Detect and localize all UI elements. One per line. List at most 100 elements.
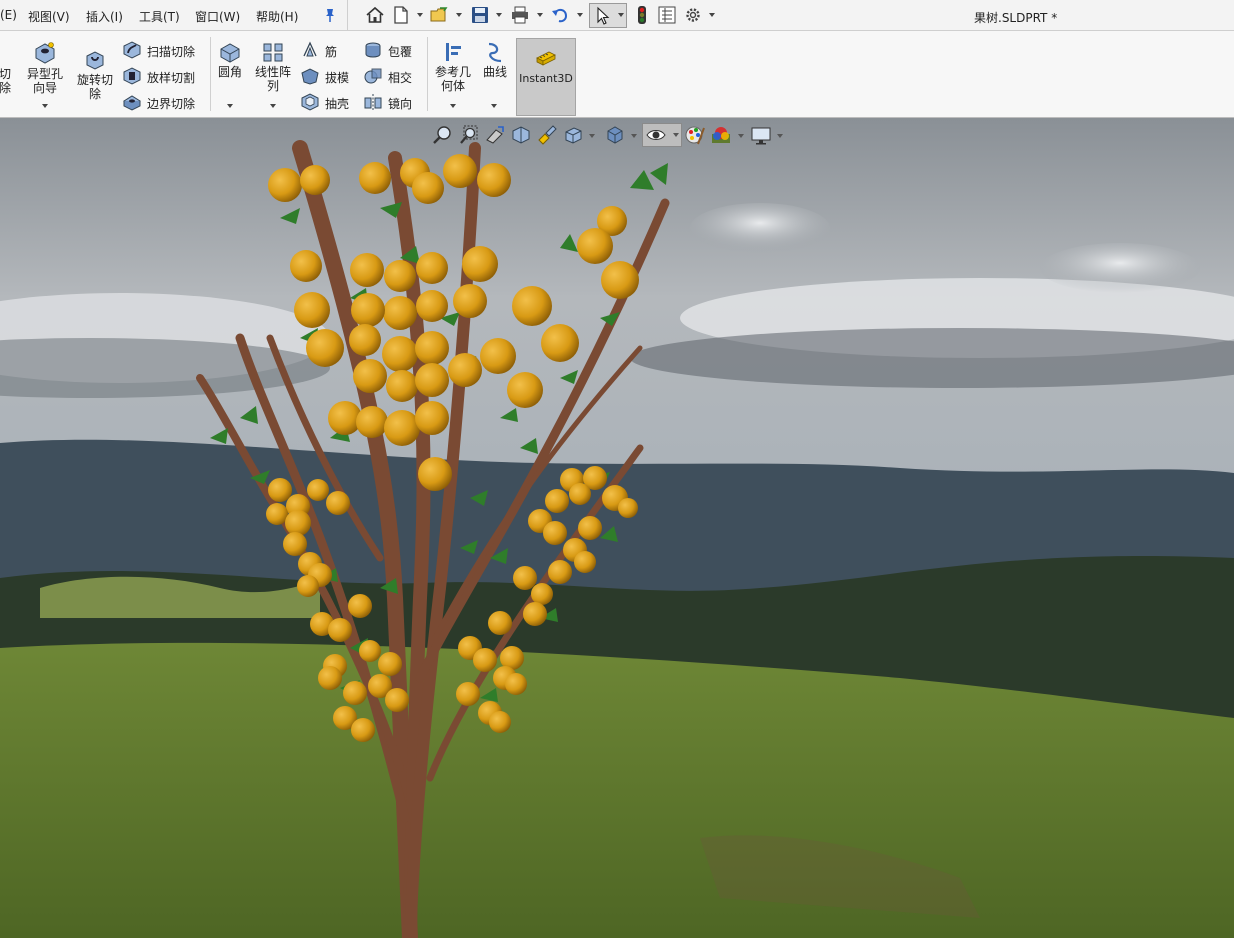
document-title: 果树.SLDPRT *	[974, 11, 1058, 25]
menu-edit[interactable]: (E)	[0, 8, 17, 22]
lofted-cut-button[interactable]: 放样切割	[122, 66, 210, 86]
shell-button[interactable]: 抽壳	[300, 92, 360, 112]
hole-wizard-button[interactable]: 异型孔 向导	[22, 41, 68, 95]
new-document-icon[interactable]	[391, 5, 411, 25]
boundary-cut-label: 边界切除	[147, 97, 196, 111]
zoom-area-icon[interactable]	[458, 124, 480, 146]
fillet-button[interactable]: 圆角	[214, 41, 246, 79]
hide-show-items-button[interactable]	[642, 123, 682, 147]
revolved-cut-icon	[86, 51, 104, 70]
hide-show-dropdown-arrow[interactable]	[673, 133, 679, 137]
hide-show-items-icon	[646, 130, 666, 140]
menu-tools[interactable]: 工具(T)	[139, 8, 180, 25]
view-settings-dropdown-arrow[interactable]	[777, 134, 783, 138]
lofted-cut-icon	[123, 67, 141, 85]
boundary-cut-icon	[123, 95, 141, 111]
edit-appearance-icon[interactable]	[684, 124, 706, 146]
view-orientation-icon[interactable]	[562, 124, 584, 146]
save-dropdown-arrow[interactable]	[496, 13, 502, 17]
heads-up-view-toolbar	[432, 122, 792, 148]
fillet-dropdown-arrow[interactable]	[227, 104, 233, 108]
fruit-tree-model-scene[interactable]	[0, 118, 1234, 938]
options-gear-icon[interactable]	[683, 5, 703, 25]
home-icon[interactable]	[365, 5, 385, 25]
select-tool-button[interactable]	[589, 3, 627, 28]
undo-dropdown-arrow[interactable]	[577, 13, 583, 17]
display-style-icon[interactable]	[604, 124, 626, 146]
select-dropdown-arrow[interactable]	[618, 13, 624, 17]
save-icon[interactable]	[470, 5, 490, 25]
display-style-dropdown-arrow[interactable]	[631, 134, 637, 138]
curves-button[interactable]: 曲线	[478, 41, 512, 79]
shell-icon	[301, 93, 319, 111]
pin-icon[interactable]	[322, 7, 338, 23]
reference-geometry-button[interactable]: 参考几 何体	[430, 41, 476, 93]
linear-pattern-dropdown-arrow[interactable]	[270, 104, 276, 108]
wrap-button[interactable]: 包覆	[363, 40, 423, 60]
lofted-cut-label: 放样切割	[147, 71, 196, 85]
shell-label: 抽壳	[325, 97, 350, 111]
instant3d-label: Instant3D	[519, 72, 573, 85]
previous-view-icon[interactable]	[484, 124, 506, 146]
intersect-button[interactable]: 相交	[363, 66, 423, 86]
print-dropdown-arrow[interactable]	[537, 13, 543, 17]
hole-wizard-icon	[35, 42, 55, 64]
zoom-to-fit-icon[interactable]	[432, 124, 454, 146]
wrap-icon	[365, 42, 381, 58]
apply-scene-icon[interactable]	[710, 124, 732, 146]
hole-wizard-dropdown-arrow[interactable]	[42, 104, 48, 108]
rib-button[interactable]: 筋	[300, 40, 360, 60]
reference-geometry-label: 参考几 何体	[434, 65, 471, 93]
traffic-light-icon[interactable]	[632, 5, 652, 25]
dynamic-annotation-icon[interactable]	[536, 124, 558, 146]
mirror-button[interactable]: 镜向	[363, 92, 423, 112]
menu-insert[interactable]: 插入(I)	[86, 8, 123, 25]
section-view-icon[interactable]	[510, 124, 532, 146]
undo-icon[interactable]	[550, 5, 570, 25]
menu-help[interactable]: 帮助(H)	[256, 8, 298, 25]
mirror-label: 镜向	[388, 97, 413, 111]
toolbar-separator	[347, 0, 348, 31]
apply-scene-dropdown-arrow[interactable]	[738, 134, 744, 138]
curves-label: 曲线	[482, 65, 507, 79]
title-bar: (E) 视图(V) 插入(I) 工具(T) 窗口(W) 帮助(H) 果树.SLD…	[0, 0, 1234, 31]
new-dropdown-arrow[interactable]	[417, 13, 423, 17]
curves-dropdown-arrow[interactable]	[491, 104, 497, 108]
intersect-label: 相交	[388, 71, 413, 85]
rib-icon	[303, 41, 317, 57]
menu-window[interactable]: 窗口(W)	[195, 8, 240, 25]
linear-pattern-button[interactable]: 线性阵 列	[250, 41, 296, 93]
select-arrow-icon	[597, 6, 610, 25]
reference-geometry-dropdown-arrow[interactable]	[450, 104, 456, 108]
draft-button[interactable]: 拔模	[300, 66, 360, 86]
file-properties-icon[interactable]	[657, 5, 677, 25]
linear-pattern-icon	[263, 43, 283, 62]
draft-icon	[301, 68, 319, 85]
open-dropdown-arrow[interactable]	[456, 13, 462, 17]
curves-icon	[488, 42, 502, 63]
command-manager-ribbon: 切 除 异型孔 向导 旋转切 除 扫描切除 放样切割 边界切除 圆角 线性阵 列…	[0, 31, 1234, 118]
instant3d-icon	[536, 51, 556, 66]
view-settings-icon[interactable]	[750, 124, 772, 146]
extruded-cut-partial-label[interactable]: 切 除	[0, 67, 16, 95]
ribbon-separator	[427, 37, 428, 111]
fillet-label: 圆角	[217, 65, 242, 79]
instant3d-button[interactable]: Instant3D	[516, 38, 576, 116]
graphics-viewport[interactable]	[0, 118, 1234, 938]
reference-geometry-icon	[446, 43, 461, 61]
swept-cut-button[interactable]: 扫描切除	[122, 40, 210, 60]
print-icon[interactable]	[510, 5, 530, 25]
view-orientation-dropdown-arrow[interactable]	[589, 134, 595, 138]
rib-label: 筋	[325, 45, 338, 59]
revolved-cut-button[interactable]: 旋转切 除	[72, 49, 118, 101]
draft-label: 拔模	[325, 71, 350, 85]
hole-wizard-label: 异型孔 向导	[26, 67, 63, 95]
ribbon-separator	[210, 37, 211, 111]
open-folder-icon[interactable]	[429, 5, 449, 25]
options-dropdown-arrow[interactable]	[709, 13, 715, 17]
menu-view[interactable]: 视图(V)	[28, 8, 70, 25]
boundary-cut-button[interactable]: 边界切除	[122, 92, 210, 112]
mirror-icon	[364, 94, 382, 110]
swept-cut-label: 扫描切除	[147, 45, 196, 59]
swept-cut-icon	[123, 41, 141, 59]
